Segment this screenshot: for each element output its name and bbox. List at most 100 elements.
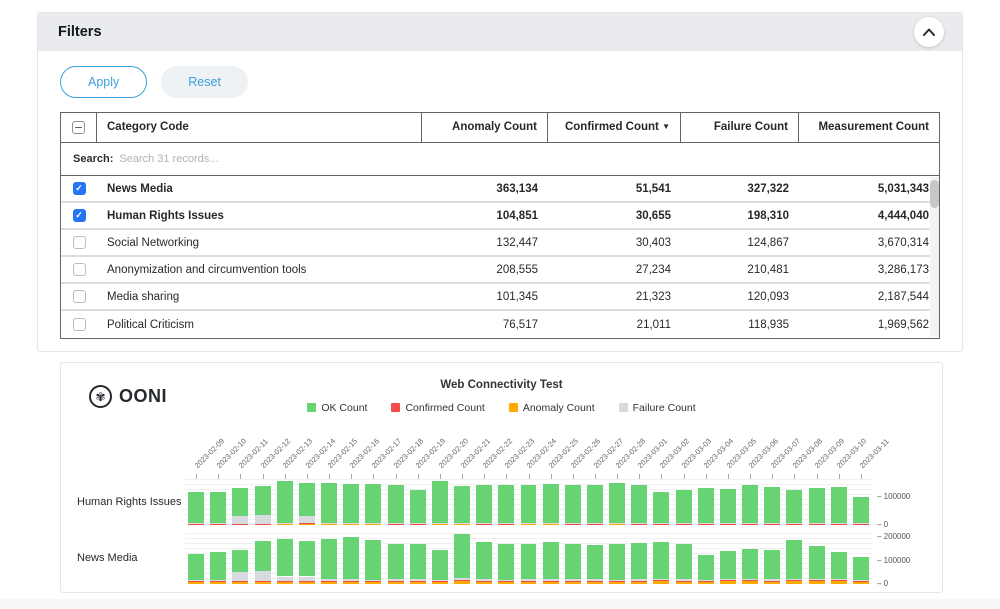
- failure-cell: 198,310: [681, 210, 799, 222]
- search-input[interactable]: [119, 153, 927, 165]
- bar-segment-failure: [343, 579, 359, 580]
- bar-segment-confirmed: [565, 524, 581, 525]
- bar-segment-confirmed: [653, 580, 669, 581]
- table-scrollbar[interactable]: [930, 177, 939, 337]
- scrollbar-thumb[interactable]: [930, 180, 939, 208]
- measurement-cell: 3,670,314: [799, 237, 939, 249]
- bar-segment-failure: [210, 580, 226, 581]
- row-checkbox[interactable]: [73, 318, 86, 331]
- bar-segment-ok: [210, 492, 226, 523]
- bar-segment-confirmed: [410, 524, 426, 525]
- bar-segment-anomaly: [410, 524, 426, 525]
- row-checkbox[interactable]: [73, 263, 86, 276]
- column-header-anomaly[interactable]: Anomaly Count: [422, 113, 548, 142]
- facet-label: Human Rights Issues: [77, 479, 185, 525]
- row-checkbox[interactable]: [73, 290, 86, 303]
- bar-segment-confirmed: [321, 523, 337, 524]
- column-header-failure[interactable]: Failure Count: [681, 113, 799, 142]
- legend-swatch-icon: [509, 403, 518, 412]
- bar-segment-ok: [853, 557, 869, 579]
- bar-segment-ok: [831, 487, 847, 523]
- bar-segment-confirmed: [587, 524, 603, 525]
- bar-segment-anomaly: [631, 581, 647, 584]
- bar-segment-anomaly: [786, 581, 802, 584]
- bar-segment-confirmed: [476, 524, 492, 525]
- bar-segment-anomaly: [631, 524, 647, 525]
- reset-button[interactable]: Reset: [161, 66, 248, 98]
- bar-segment-ok: [476, 485, 492, 523]
- table-row[interactable]: Social Networking132,44730,403124,8673,6…: [61, 230, 939, 257]
- bar-segment-ok: [631, 543, 647, 579]
- bar-segment-ok: [676, 544, 692, 580]
- bar-segment-failure: [365, 580, 381, 581]
- row-checkbox[interactable]: ✓: [73, 182, 86, 195]
- y-axis-tick-label: – 0: [877, 579, 888, 588]
- bar-segment-ok: [388, 544, 404, 580]
- bar-segment-ok: [786, 490, 802, 523]
- column-header-measurement[interactable]: Measurement Count: [799, 113, 939, 142]
- row-checkbox[interactable]: [73, 236, 86, 249]
- bar-segment-ok: [521, 485, 537, 523]
- bar-segment-ok: [720, 489, 736, 523]
- bar-segment-confirmed: [365, 523, 381, 524]
- bar-segment-confirmed: [609, 523, 625, 524]
- bar-segment-anomaly: [742, 581, 758, 584]
- bar-segment-anomaly: [764, 524, 780, 525]
- row-checkbox[interactable]: ✓: [73, 209, 86, 222]
- bar-segment-failure: [809, 579, 825, 580]
- collapse-button[interactable]: [914, 17, 944, 47]
- anomaly-cell: 104,851: [422, 210, 548, 222]
- bar-segment-confirmed: [521, 581, 537, 582]
- column-header-category[interactable]: Category Code: [97, 113, 422, 142]
- bar-segment-failure: [476, 579, 492, 580]
- bar-segment-confirmed: [676, 524, 692, 525]
- category-cell: Political Criticism: [97, 319, 422, 331]
- bar-segment-ok: [188, 492, 204, 523]
- bar-segment-confirmed: [232, 524, 248, 525]
- column-header-confirmed[interactable]: Confirmed Count ▼: [548, 113, 681, 142]
- bar-segment-confirmed: [698, 524, 714, 525]
- bar-segment-confirmed: [321, 581, 337, 582]
- bar-segment-anomaly: [432, 524, 448, 525]
- category-table-body: ✓News Media363,13451,541327,3225,031,343…: [61, 176, 939, 338]
- table-row[interactable]: Anonymization and circumvention tools208…: [61, 257, 939, 284]
- bar-segment-confirmed: [742, 580, 758, 581]
- bar-segment-confirmed: [277, 523, 293, 524]
- bar-segment-confirmed: [809, 524, 825, 525]
- bar-segment-failure: [698, 523, 714, 524]
- table-row[interactable]: Media sharing101,34521,323120,0932,187,5…: [61, 284, 939, 311]
- apply-button[interactable]: Apply: [60, 66, 147, 98]
- bar-segment-ok: [299, 483, 315, 515]
- bar-segment-anomaly: [809, 524, 825, 525]
- bar-segment-anomaly: [343, 524, 359, 525]
- bar-segment-failure: [498, 523, 514, 524]
- bar-segment-anomaly: [809, 581, 825, 584]
- facet-plot: [185, 479, 872, 525]
- bar-segment-anomaly: [210, 524, 226, 525]
- bar-segment-failure: [210, 523, 226, 524]
- table-row[interactable]: ✓News Media363,13451,541327,3225,031,343: [61, 176, 939, 203]
- bar-segment-anomaly: [476, 581, 492, 584]
- bar-segment-failure: [631, 579, 647, 580]
- chart-header: ✾ OONI Web Connectivity Test OK CountCon…: [77, 377, 926, 425]
- bar-segment-failure: [543, 579, 559, 580]
- table-row[interactable]: ✓Human Rights Issues104,85130,655198,310…: [61, 203, 939, 230]
- bar-segment-confirmed: [498, 524, 514, 525]
- bar-segment-ok: [653, 542, 669, 579]
- measurement-cell: 1,969,562: [799, 319, 939, 331]
- footer-strip: [0, 599, 1000, 609]
- bar-segment-failure: [565, 579, 581, 580]
- select-all-checkbox[interactable]: [72, 121, 85, 134]
- ooni-logo: ✾ OONI: [89, 385, 167, 408]
- bar-segment-anomaly: [454, 524, 470, 525]
- search-label: Search:: [73, 153, 113, 165]
- confirmed-cell: 51,541: [548, 183, 681, 195]
- bar-segment-failure: [543, 523, 559, 524]
- measurement-cell: 4,444,040: [799, 210, 939, 222]
- bar-segment-confirmed: [432, 581, 448, 582]
- table-row[interactable]: Political Criticism76,51721,011118,9351,…: [61, 311, 939, 338]
- bar-segment-ok: [232, 550, 248, 572]
- bar-segment-failure: [476, 523, 492, 524]
- bar-segment-failure: [853, 523, 869, 524]
- bar-segment-failure: [653, 523, 669, 524]
